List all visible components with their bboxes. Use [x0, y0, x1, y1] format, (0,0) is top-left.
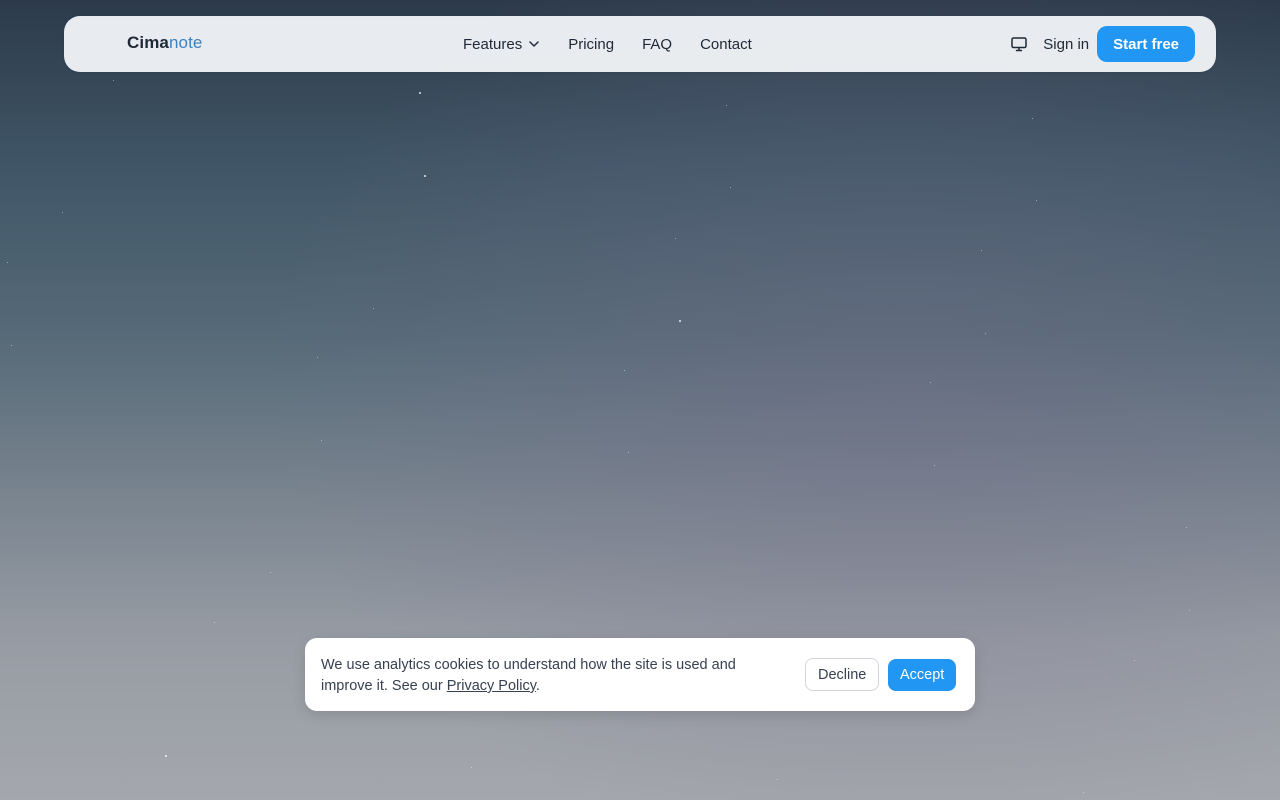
nav-features-dropdown[interactable]: Features: [463, 36, 540, 53]
main-nav: Features Pricing FAQ Contact: [463, 16, 752, 72]
cookie-consent-banner: We use analytics cookies to understand h…: [305, 638, 975, 711]
decline-cookies-button[interactable]: Decline: [805, 658, 880, 691]
start-free-button[interactable]: Start free: [1097, 26, 1195, 62]
chevron-down-icon: [528, 38, 540, 50]
nav-features-label: Features: [463, 35, 523, 53]
top-navbar: Cimanote Features Pricing FAQ Contact Si…: [64, 16, 1216, 72]
brand-name-accent: note: [168, 33, 203, 52]
cookie-message-end: .: [535, 678, 540, 694]
cookie-message: We use analytics cookies to understand h…: [321, 655, 781, 697]
monitor-icon[interactable]: [1010, 35, 1028, 53]
brand-logo[interactable]: Cimanote: [127, 33, 202, 53]
nav-pricing-link[interactable]: Pricing: [568, 36, 614, 53]
brand-name-primary: Cima: [127, 33, 169, 52]
sign-in-link[interactable]: Sign in: [1043, 36, 1089, 53]
nav-contact-link[interactable]: Contact: [700, 36, 752, 53]
header-actions: Sign in Start free: [1010, 26, 1195, 62]
privacy-policy-link[interactable]: Privacy Policy: [447, 678, 536, 694]
nav-faq-link[interactable]: FAQ: [642, 36, 672, 53]
accept-cookies-button[interactable]: Accept: [888, 659, 957, 691]
